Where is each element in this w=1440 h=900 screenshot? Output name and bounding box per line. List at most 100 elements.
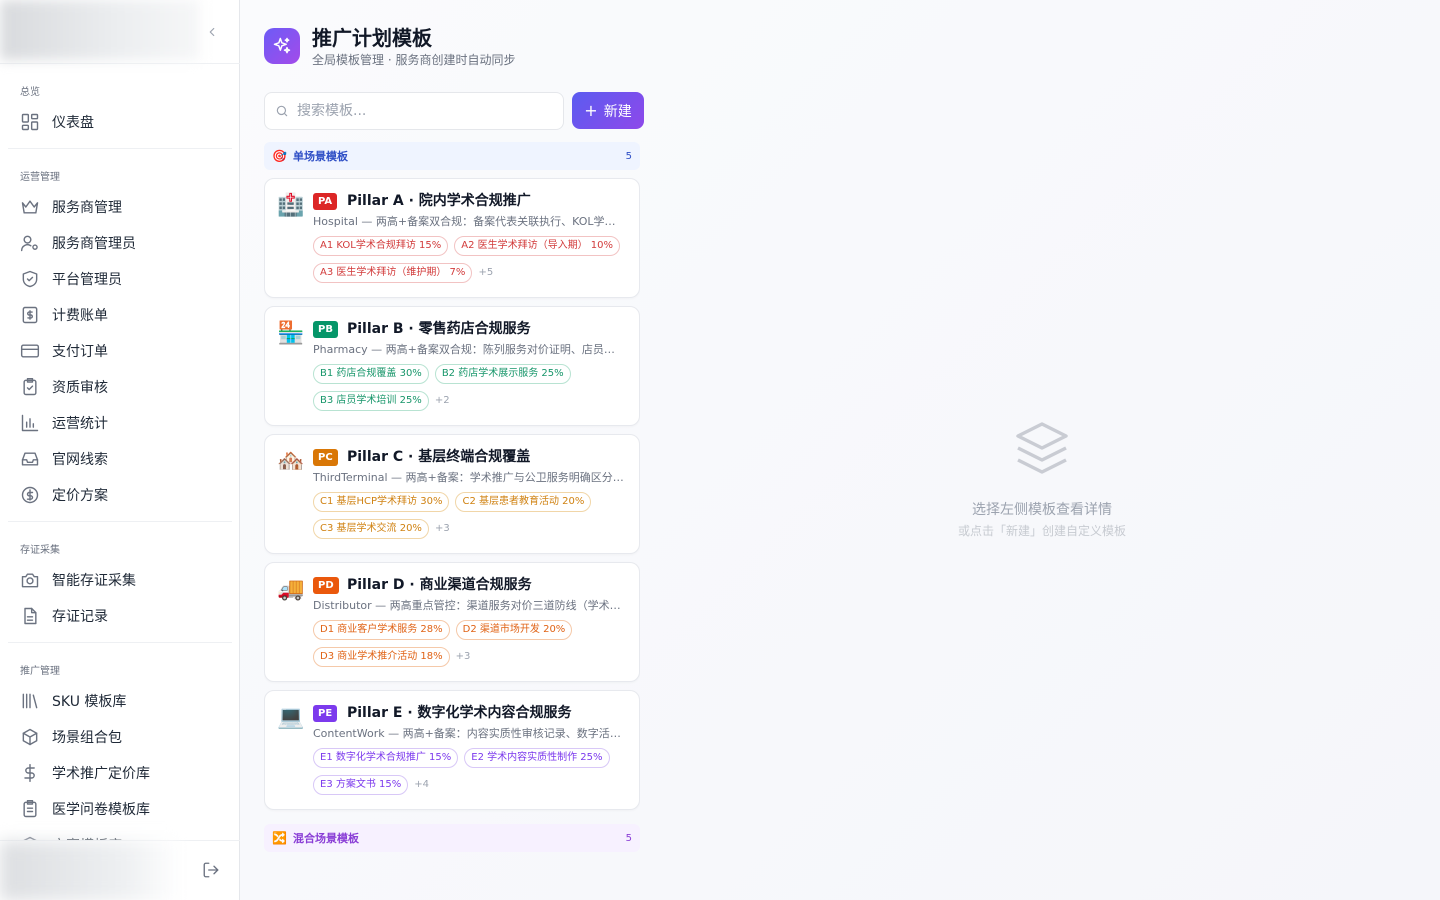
sidebar-item[interactable]: 存证记录 <box>8 598 232 634</box>
user-profile[interactable] <box>0 841 180 900</box>
sidebar-item[interactable]: 服务商管理员 <box>8 225 232 261</box>
template-emoji-icon: 💻 <box>277 705 305 730</box>
sidebar-item-label: 服务商管理员 <box>52 236 136 252</box>
sidebar-item[interactable]: 医学问卷模板库 <box>8 791 232 827</box>
sku-tag: B2 药店学术展示服务 25% <box>434 364 571 384</box>
sidebar-item[interactable]: 计费账单 <box>8 297 232 333</box>
template-card[interactable]: 🏥 PA Pillar A · 院内学术合规推广 Hospital — 两高+备… <box>264 178 640 298</box>
template-emoji-icon: 🏥 <box>277 193 305 218</box>
credit-card-icon <box>20 344 40 358</box>
search-icon <box>276 105 288 117</box>
sku-tag: A1 KOL学术合规拜访 15% <box>313 236 449 256</box>
nav-group: 推广管理 SKU 模板库场景组合包学术推广定价库医学问卷模板库方案模板库 <box>8 642 232 840</box>
sidebar-item-label: 仪表盘 <box>52 115 94 131</box>
pillar-badge: PD <box>313 577 339 594</box>
template-emoji-icon: 🏪 <box>277 321 305 346</box>
sidebar-item[interactable]: 智能存证采集 <box>8 562 232 598</box>
brand-logo <box>0 0 200 60</box>
sidebar-item[interactable]: 学术推广定价库 <box>8 755 232 791</box>
template-title: Pillar D · 商业渠道合规服务 <box>347 577 532 593</box>
nav-group-title: 总览 <box>20 87 40 98</box>
library-icon <box>22 693 38 709</box>
sidebar-item[interactable]: 定价方案 <box>8 477 232 513</box>
plus-icon: + <box>584 101 598 120</box>
crown-icon <box>21 200 39 214</box>
template-list: 🎯 单场景模板 5 🏥 PA Pillar A · 院内学术合规推广 Hospi… <box>264 142 640 860</box>
sidebar-item-label: 智能存证采集 <box>52 573 136 589</box>
template-card[interactable]: 🚚 PD Pillar D · 商业渠道合规服务 Distributor — 两… <box>264 562 640 682</box>
sidebar-item-label: 官网线索 <box>52 452 108 468</box>
logout-button[interactable] <box>202 861 224 883</box>
section-header-single[interactable]: 🎯 单场景模板 5 <box>264 142 640 170</box>
sidebar-item-label: 运营统计 <box>52 416 108 432</box>
empty-state: 选择左侧模板查看详情 或点击「新建」创建自定义模板 <box>940 416 1144 540</box>
user-gear-icon <box>20 235 38 252</box>
target-icon: 🎯 <box>272 149 287 163</box>
sidebar-item[interactable]: 运营统计 <box>8 405 232 441</box>
pillar-badge: PB <box>313 321 338 338</box>
section-count: 5 <box>625 832 632 844</box>
sidebar-item[interactable]: 场景组合包 <box>8 719 232 755</box>
template-card[interactable]: 🏪 PB Pillar B · 零售药店合规服务 Pharmacy — 两高+备… <box>264 306 640 426</box>
inbox-icon <box>21 452 39 466</box>
sidebar-item[interactable]: 服务商管理 <box>8 189 232 225</box>
sidebar-item[interactable]: 平台管理员 <box>8 261 232 297</box>
clipboard-list-icon <box>23 799 37 818</box>
template-description: ContentWork — 两高+备案：内容实质性审核记录、数字活动… <box>313 727 625 740</box>
sku-tag: E2 学术内容实质性制作 25% <box>464 748 610 768</box>
package-icon <box>22 728 38 746</box>
sku-tag: E3 方案文书 15% <box>313 775 409 795</box>
pillar-badge: PE <box>313 705 338 722</box>
camera-icon <box>21 573 39 588</box>
main-content: 推广计划模板 全局模板管理 · 服务商创建时自动同步 + 新建 🎯 单场景模板 … <box>240 0 1440 900</box>
template-description: Pharmacy — 两高+备案双合规：陈列服务对价证明、店员学… <box>313 343 625 356</box>
sidebar-item[interactable]: 支付订单 <box>8 333 232 369</box>
template-emoji-icon: 🚚 <box>277 577 305 602</box>
sidebar-item-label: 平台管理员 <box>52 272 122 288</box>
sku-tag: D3 商业学术推介活动 18% <box>313 647 450 667</box>
sidebar: 总览 仪表盘 运营管理 服务商管理 服务商管理员 平台管理员 计费账单 支付订单 资质审核 运营统… <box>0 0 240 900</box>
sku-tag: B3 店员学术培训 25% <box>313 391 429 411</box>
pillar-badge: PA <box>313 193 338 210</box>
sidebar-item-label: 场景组合包 <box>52 730 122 746</box>
sidebar-item-label: 定价方案 <box>52 488 108 504</box>
new-template-button[interactable]: + 新建 <box>572 92 644 129</box>
section-header-mixed[interactable]: 🔀 混合场景模板 5 <box>264 824 640 852</box>
pillar-badge: PC <box>313 449 338 466</box>
new-button-label: 新建 <box>603 103 632 120</box>
sidebar-item-label: 服务商管理 <box>52 200 122 216</box>
sidebar-item[interactable]: SKU 模板库 <box>8 683 232 719</box>
document-icon <box>24 607 37 625</box>
more-tags-count: +2 <box>434 395 450 406</box>
sidebar-item[interactable]: 官网线索 <box>8 441 232 477</box>
sku-tag: E1 数字化学术合规推广 15% <box>313 748 459 768</box>
sidebar-item-label: 资质审核 <box>52 380 108 396</box>
sku-tag: C3 基层学术交流 20% <box>313 519 429 539</box>
template-card[interactable]: 💻 PE Pillar E · 数字化学术内容合规服务 ContentWork … <box>264 690 640 810</box>
nav-group: 存证采集 智能存证采集 存证记录 <box>8 521 232 634</box>
sidebar-item[interactable]: 方案模板库 <box>8 827 232 840</box>
sidebar-item[interactable]: 仪表盘 <box>8 104 232 140</box>
section-count: 5 <box>625 150 632 162</box>
dollar-receipt-icon <box>22 306 38 324</box>
dollar-icon <box>24 763 35 783</box>
sidebar-header <box>0 0 240 64</box>
template-card[interactable]: 🏘️ PC Pillar C · 基层终端合规覆盖 ThirdTerminal … <box>264 434 640 554</box>
template-description: Distributor — 两高重点管控：渠道服务对价三道防线（学术拜… <box>313 599 625 612</box>
sidebar-item-label: 计费账单 <box>52 308 108 324</box>
page-title: 推广计划模板 <box>312 26 432 50</box>
nav-group-title: 推广管理 <box>20 666 60 677</box>
more-tags-count: +3 <box>434 523 450 534</box>
sku-tags: E1 数字化学术合规推广 15% E2 学术内容实质性制作 25% E3 方案文书 … <box>313 748 629 795</box>
template-description: ThirdTerminal — 两高+备案：学术推广与公卫服务明确区分、… <box>313 471 625 484</box>
sku-tags: A1 KOL学术合规拜访 15% A2 医生学术拜访（导入期） 10% A3 医生学… <box>313 236 629 283</box>
search-input[interactable] <box>297 103 547 119</box>
more-tags-count: +5 <box>478 267 494 278</box>
empty-state-title: 选择左侧模板查看详情 <box>972 502 1112 518</box>
search-box <box>264 92 564 130</box>
collapse-sidebar-button[interactable] <box>200 20 224 44</box>
sidebar-item[interactable]: 资质审核 <box>8 369 232 405</box>
template-title: Pillar C · 基层终端合规覆盖 <box>347 449 531 465</box>
nav-group: 运营管理 服务商管理 服务商管理员 平台管理员 计费账单 支付订单 资质审核 运营统计 官网线索… <box>8 148 232 513</box>
sku-tag: A3 医生学术拜访（维护期） 7% <box>313 263 473 283</box>
